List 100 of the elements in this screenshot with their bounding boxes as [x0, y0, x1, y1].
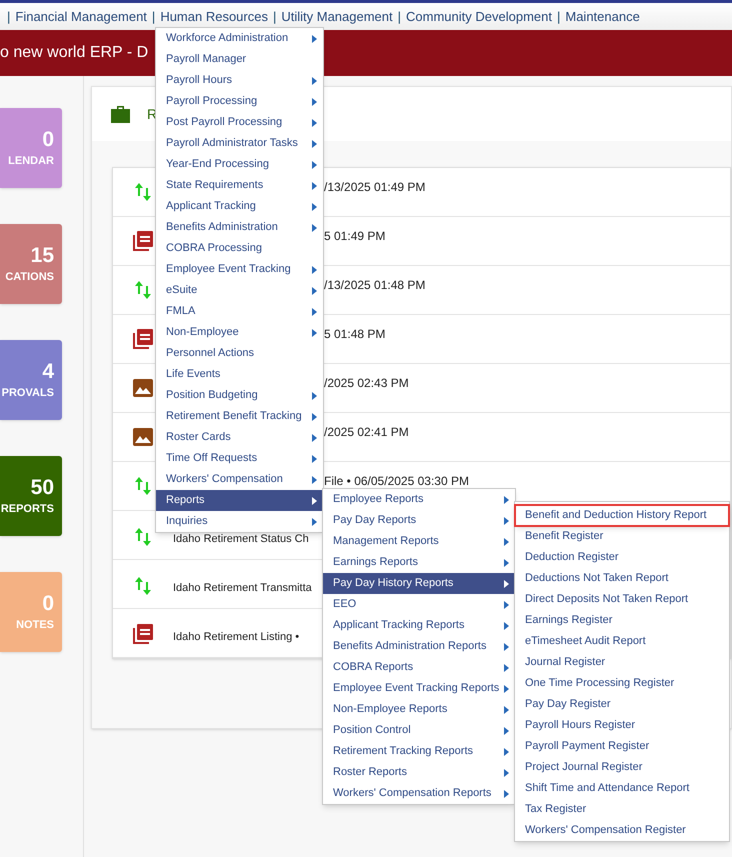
menu-item[interactable]: Deduction Register — [515, 547, 729, 568]
caret-icon — [504, 748, 509, 756]
activity-entry[interactable]: /2025 02:41 PM — [324, 426, 409, 438]
caret-icon — [504, 580, 509, 588]
tile-label: PROVALS — [2, 388, 54, 399]
menu-item[interactable]: Pay Day Register — [515, 694, 729, 715]
tile-count: 4 — [42, 361, 54, 382]
menu-item[interactable]: Workers' Compensation — [156, 469, 323, 490]
caret-icon — [504, 684, 509, 692]
nav-link[interactable]: Utility Management — [281, 6, 393, 26]
menu-item[interactable]: Pay Day Reports — [323, 510, 515, 531]
caret-icon — [504, 622, 509, 630]
briefcase-icon — [110, 104, 131, 124]
menu-item[interactable]: Earnings Reports — [323, 552, 515, 573]
menu-item[interactable]: Roster Cards — [156, 427, 323, 448]
menu-item[interactable]: eSuite — [156, 280, 323, 301]
menu-item[interactable]: Project Journal Register — [515, 757, 729, 778]
activity-entry[interactable]: Idaho Retirement Status Ch — [173, 530, 309, 547]
nav-link[interactable]: Human Resources — [160, 6, 268, 26]
menu-item[interactable]: Direct Deposits Not Taken Report — [515, 589, 729, 610]
caret-icon — [504, 642, 509, 650]
caret-icon — [312, 76, 317, 84]
pdf-file-icon — [132, 623, 154, 645]
tile-count: 50 — [30, 477, 54, 498]
menu-item[interactable]: Time Off Requests — [156, 448, 323, 469]
menu-item[interactable]: Payroll Payment Register — [515, 736, 729, 757]
nav-link[interactable]: Maintenance — [565, 6, 640, 26]
nav-link[interactable]: Community Development — [406, 6, 552, 26]
menu-item[interactable]: Position Control — [323, 720, 515, 741]
menu-item[interactable]: Retirement Benefit Tracking — [156, 406, 323, 427]
menu-item[interactable]: Shift Time and Attendance Report — [515, 778, 729, 799]
menu-item[interactable]: Benefit and Deduction History Report — [515, 505, 729, 526]
menu-item[interactable]: Inquiries — [156, 511, 323, 532]
menu-item[interactable]: Benefits Administration Reports — [323, 636, 515, 657]
menu-item[interactable]: Pay Day History Reports — [323, 573, 515, 594]
menu-item[interactable]: Workers' Compensation Reports — [323, 783, 515, 804]
menu-item[interactable]: eTimesheet Audit Report — [515, 631, 729, 652]
menu-item[interactable]: COBRA Reports — [323, 657, 515, 678]
menu-item[interactable]: Payroll Hours — [156, 70, 323, 91]
menu-item[interactable]: Deductions Not Taken Report — [515, 568, 729, 589]
menu-item[interactable]: Reports — [156, 490, 323, 511]
caret-icon — [504, 538, 509, 546]
menu-item[interactable]: EEO — [323, 594, 515, 615]
menu-item[interactable]: Life Events — [156, 364, 323, 385]
menu-item[interactable]: Position Budgeting — [156, 385, 323, 406]
menu-item[interactable]: Journal Register — [515, 652, 729, 673]
up-down-arrows-icon — [135, 182, 151, 202]
menu-item[interactable]: Non-Employee — [156, 322, 323, 343]
menu-item[interactable]: Applicant Tracking Reports — [323, 615, 515, 636]
caret-icon — [504, 600, 509, 608]
menu-item[interactable]: Payroll Processing — [156, 91, 323, 112]
menu-item[interactable]: Payroll Manager — [156, 49, 323, 70]
caret-icon — [312, 202, 317, 210]
image-icon — [133, 427, 153, 447]
activity-entry[interactable]: /13/2025 01:49 PM — [324, 181, 426, 193]
nav-link[interactable]: Financial Management — [15, 6, 147, 26]
caret-icon — [312, 286, 317, 294]
caret-icon — [312, 308, 317, 316]
nav-separator: | — [396, 8, 402, 26]
stat-tile[interactable]: 50 REPORTS — [0, 456, 62, 536]
menu-item[interactable]: Non-Employee Reports — [323, 699, 515, 720]
menu-item[interactable]: Benefit Register — [515, 526, 729, 547]
caret-icon — [504, 706, 509, 714]
tile-count: 15 — [30, 245, 54, 266]
caret-icon — [312, 224, 317, 232]
menu-item[interactable]: State Requirements — [156, 175, 323, 196]
menu-item[interactable]: Roster Reports — [323, 762, 515, 783]
menu-item[interactable]: Employee Event Tracking — [156, 259, 323, 280]
caret-icon — [312, 328, 317, 336]
activity-entry[interactable]: /2025 02:43 PM — [324, 377, 409, 389]
menu-item[interactable]: Post Payroll Processing — [156, 112, 323, 133]
menu-item[interactable]: Year-End Processing — [156, 154, 323, 175]
activity-entry[interactable]: File • 06/05/2025 03:30 PM — [324, 475, 469, 487]
menu-item[interactable]: Benefits Administration — [156, 217, 323, 238]
menu-item[interactable]: Payroll Hours Register — [515, 715, 729, 736]
activity-entry[interactable]: Idaho Retirement Listing • — [173, 628, 300, 645]
activity-entry[interactable]: Idaho Retirement Transmitta — [173, 580, 312, 596]
caret-icon — [312, 160, 317, 168]
menu-item[interactable]: FMLA — [156, 301, 323, 322]
menu-item[interactable]: Workforce Administration — [156, 28, 323, 49]
menu-item[interactable]: Applicant Tracking — [156, 196, 323, 217]
activity-entry[interactable]: /13/2025 01:48 PM — [324, 279, 426, 291]
caret-icon — [312, 98, 317, 106]
image-icon — [133, 378, 153, 398]
stat-tile[interactable]: 4 PROVALS — [0, 340, 62, 420]
tile-label: NOTES — [16, 620, 54, 631]
menu-item[interactable]: Workers' Compensation Register — [515, 820, 729, 841]
nav-separator: | — [6, 8, 12, 26]
menu-item[interactable]: Management Reports — [323, 531, 515, 552]
menu-item[interactable]: Employee Reports — [323, 489, 515, 510]
menu-item[interactable]: Payroll Administrator Tasks — [156, 133, 323, 154]
menu-item[interactable]: COBRA Processing — [156, 238, 323, 259]
menu-item[interactable]: One Time Processing Register — [515, 673, 729, 694]
activity-entry[interactable]: 5 01:48 PM — [324, 328, 386, 340]
menu-item[interactable]: Personnel Actions — [156, 343, 323, 364]
menu-item[interactable]: Employee Event Tracking Reports — [323, 678, 515, 699]
activity-entry[interactable]: 5 01:49 PM — [324, 230, 386, 242]
menu-item[interactable]: Earnings Register — [515, 610, 729, 631]
menu-item[interactable]: Tax Register — [515, 799, 729, 820]
menu-item[interactable]: Retirement Tracking Reports — [323, 741, 515, 762]
